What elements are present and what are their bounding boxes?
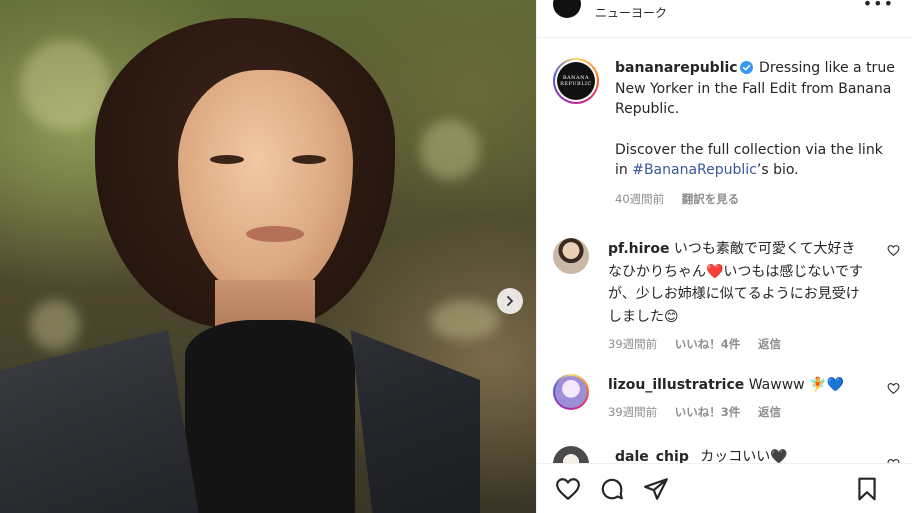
comment-item: lizou_illustratrice Wawww 🧚💙 39週間前 いいね！3… <box>537 373 912 424</box>
post-header: ニューヨーク ••• <box>537 0 912 38</box>
background-bokeh <box>20 40 110 130</box>
comment-time[interactable]: 39週間前 <box>608 337 657 351</box>
caption-body: bananarepublic Dressing like a true New … <box>615 58 896 209</box>
model-turtleneck <box>185 320 355 513</box>
post-photo[interactable] <box>0 0 536 513</box>
comment-avatar[interactable] <box>553 373 589 410</box>
caption-username[interactable]: bananarepublic <box>615 60 738 76</box>
comment-item: pf.hiroe いつも素敵で可愛くて大好きなひかりちゃん❤️いつもは感じないで… <box>537 238 912 356</box>
comment-body: lizou_illustratrice Wawww 🧚💙 39週間前 いいね！3… <box>608 374 863 424</box>
location-label[interactable]: ニューヨーク <box>595 4 667 21</box>
comment-likes[interactable]: いいね！4件 <box>675 337 741 351</box>
bookmark-icon[interactable] <box>854 476 880 502</box>
next-photo-button[interactable] <box>497 288 523 314</box>
header-avatar[interactable] <box>553 0 581 18</box>
background-bokeh <box>30 300 80 350</box>
comment-username[interactable]: _dale_chip_ <box>608 449 696 465</box>
model-lips <box>246 226 304 242</box>
reply-button[interactable]: 返信 <box>758 405 781 419</box>
heart-icon[interactable] <box>887 382 900 395</box>
caption-time[interactable]: 40週間前 <box>615 192 664 206</box>
comment-time[interactable]: 39週間前 <box>608 405 657 419</box>
comment-body: _dale_chip_ カッコいい🖤 <box>608 446 863 465</box>
post-action-bar <box>537 463 912 513</box>
caption-meta: 40週間前 翻訳を見る <box>615 189 896 210</box>
post-caption: BANANA REPUBLIC bananarepublic Dressing … <box>537 40 912 209</box>
comment-text: Wawww 🧚💙 <box>744 376 844 393</box>
background-bokeh <box>430 300 500 340</box>
verified-badge-icon <box>739 61 753 74</box>
model-eye <box>210 155 244 164</box>
comments-scroll-area[interactable]: BANANA REPUBLIC bananarepublic Dressing … <box>537 40 912 464</box>
heart-icon[interactable] <box>887 244 900 257</box>
chevron-right-icon <box>507 296 513 306</box>
story-ring[interactable]: BANANA REPUBLIC <box>553 58 599 104</box>
comment-text: カッコいい🖤 <box>695 448 788 465</box>
comment-likes[interactable]: いいね！3件 <box>675 405 741 419</box>
comment-username[interactable]: lizou_illustratrice <box>608 377 744 393</box>
post-side-panel: ニューヨーク ••• BANANA REPUBLIC bananarepubli… <box>536 0 912 513</box>
hashtag-link[interactable]: #BananaRepublic <box>632 162 757 178</box>
comment-meta: 39週間前 いいね！4件 返信 <box>608 333 863 356</box>
comment-avatar[interactable] <box>553 445 589 464</box>
reply-button[interactable]: 返信 <box>758 337 781 351</box>
model-eye <box>292 155 326 164</box>
background-bokeh <box>420 120 480 180</box>
heart-icon[interactable] <box>555 476 581 502</box>
translate-button[interactable]: 翻訳を見る <box>682 192 740 206</box>
comment-avatar[interactable] <box>553 238 589 274</box>
comment-username[interactable]: pf.hiroe <box>608 241 669 257</box>
comment-icon[interactable] <box>599 476 625 502</box>
comment-body: pf.hiroe いつも素敵で可愛くて大好きなひかりちゃん❤️いつもは感じないで… <box>608 238 863 356</box>
paper-plane-icon[interactable] <box>643 476 669 502</box>
comment-item: _dale_chip_ カッコいい🖤 <box>537 445 912 465</box>
caption-text: ’s bio. <box>756 162 799 178</box>
more-horizontal-icon[interactable]: ••• <box>863 0 894 13</box>
instagram-post-viewer: ニューヨーク ••• BANANA REPUBLIC bananarepubli… <box>0 0 912 513</box>
comment-meta: 39週間前 いいね！3件 返信 <box>608 401 863 424</box>
brand-logo: BANANA REPUBLIC <box>557 62 595 100</box>
